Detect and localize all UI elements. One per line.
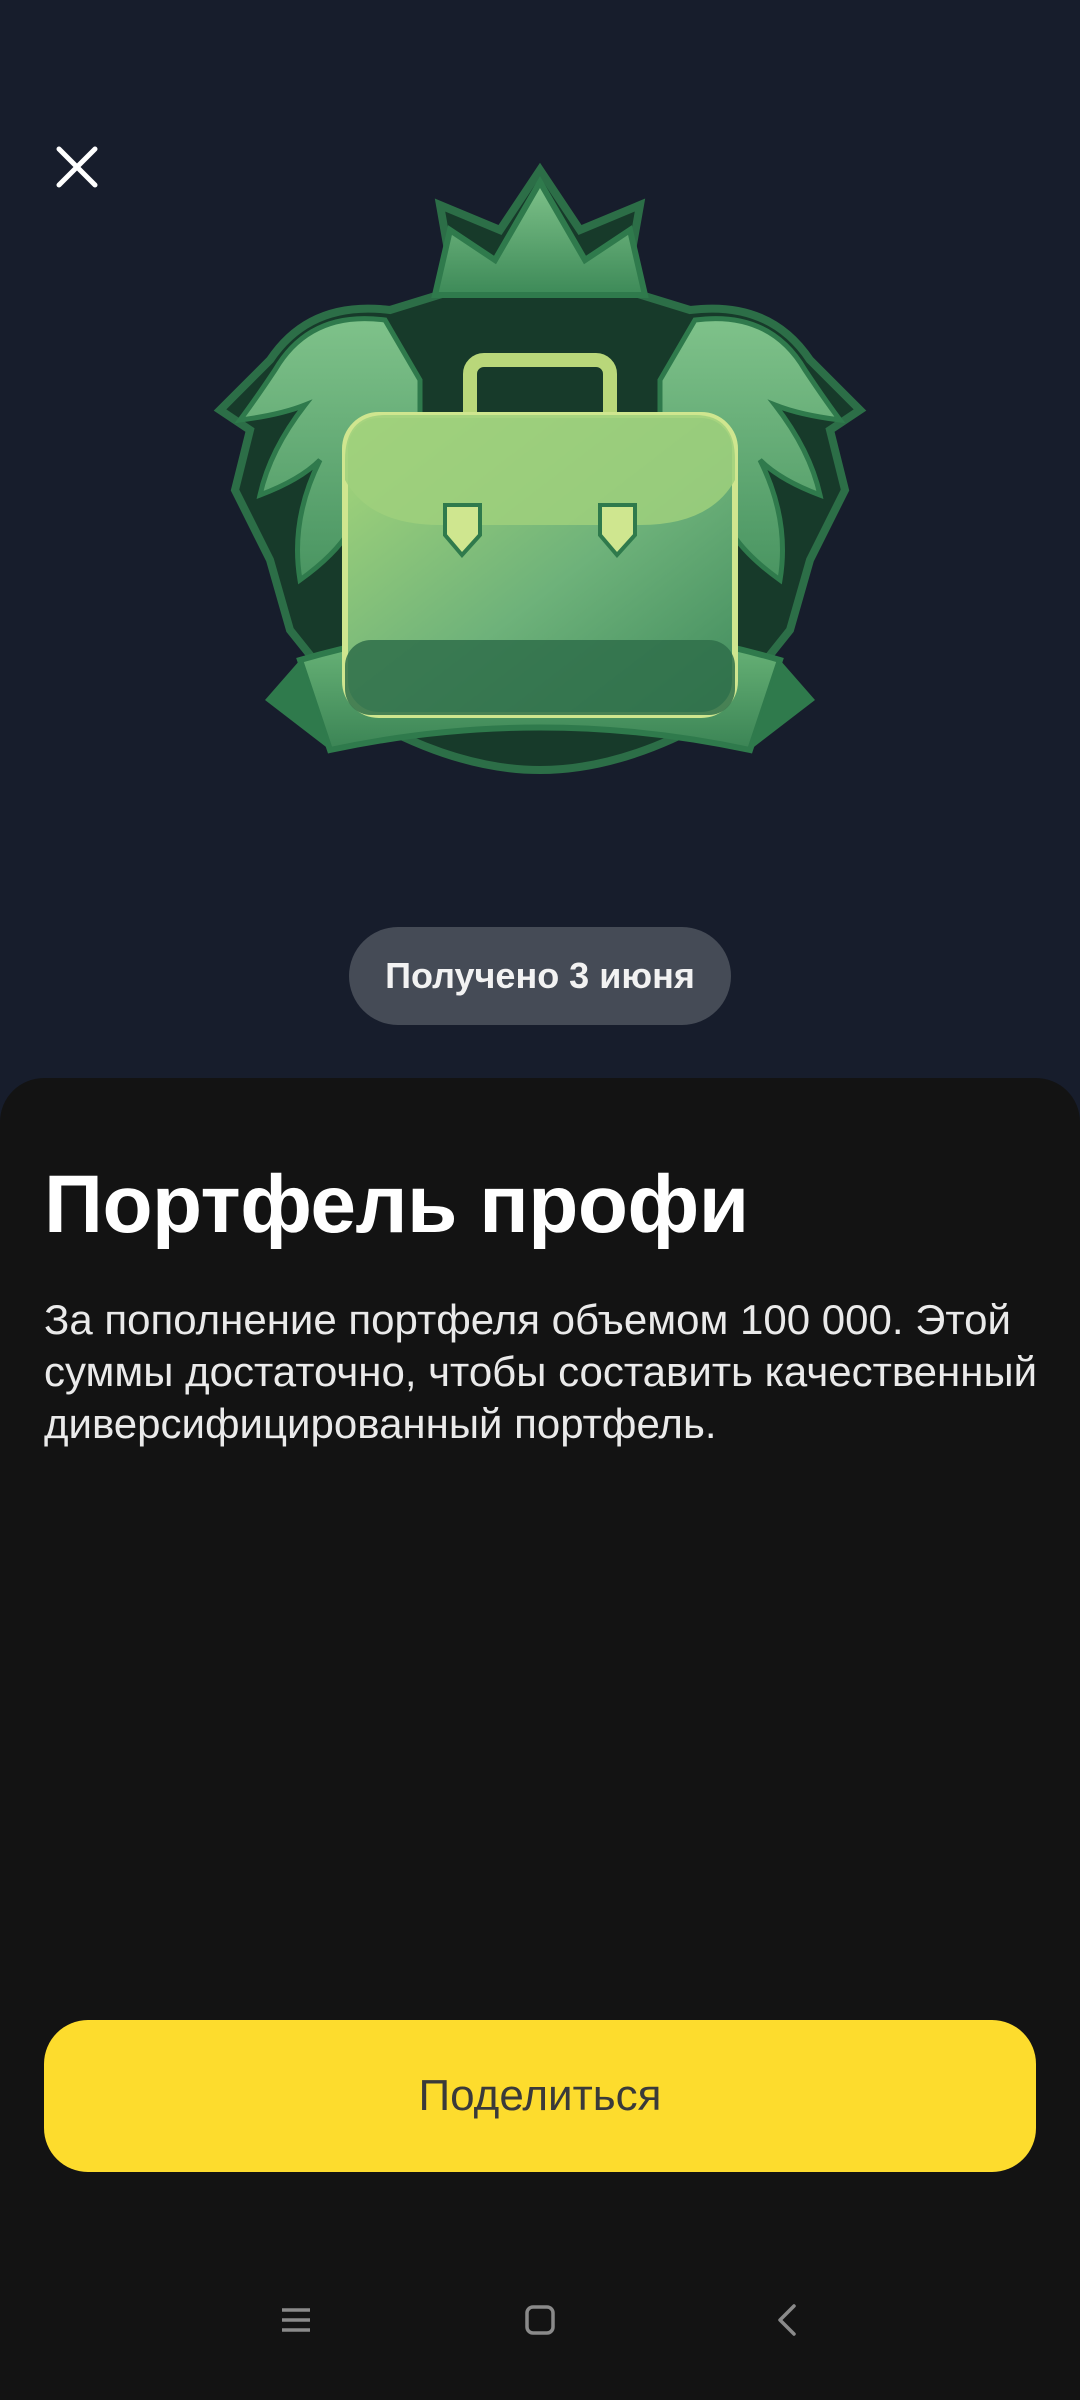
received-date-chip: Получено 3 июня [349,927,731,1025]
briefcase-crest-icon [213,162,867,775]
achievement-screen: Получено 3 июня Портфель профи За пополн… [0,0,1080,2400]
nav-home-button[interactable] [510,2290,570,2350]
share-button[interactable]: Поделиться [44,2020,1036,2172]
nav-back-button[interactable] [758,2290,818,2350]
achievement-title: Портфель профи [44,1159,749,1250]
badge-image [170,160,910,900]
back-icon [778,2304,796,2336]
achievement-description: За пополнение портфеля объемом 100 000. … [44,1296,1038,1447]
close-icon [56,146,98,188]
menu-icon [282,2308,310,2332]
close-button[interactable] [40,130,114,204]
nav-menu-button[interactable] [266,2290,326,2350]
home-icon [525,2305,555,2335]
details-sheet [0,1078,1080,2400]
system-navigation-bar [0,2270,1080,2370]
